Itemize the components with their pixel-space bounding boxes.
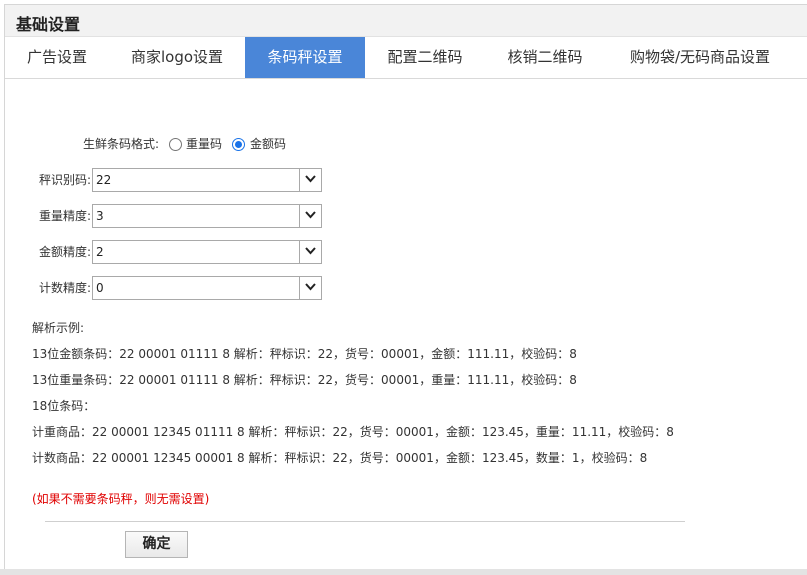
amount-code-radio[interactable] [232, 138, 245, 151]
tab-bag-settings[interactable]: 购物袋/无码商品设置 [605, 37, 795, 78]
count-precision-label: 计数精度: [38, 281, 91, 295]
tab-ad-settings[interactable]: 广告设置 [5, 37, 109, 78]
example-heading: 解析示例: [32, 321, 85, 335]
weight-code-label[interactable]: 重量码 [186, 136, 222, 152]
chevron-down-icon[interactable] [299, 241, 321, 263]
tab-redeem-qrcode[interactable]: 核销二维码 [485, 37, 605, 78]
amount-precision-value: 2 [96, 245, 104, 259]
amount-code-label[interactable]: 金额码 [250, 136, 286, 152]
scale-id-label: 秤识别码: [38, 173, 91, 187]
chevron-down-icon[interactable] [299, 205, 321, 227]
amount-precision-label: 金额精度: [38, 245, 91, 259]
weight-precision-select[interactable]: 3 [92, 204, 322, 228]
tab-barcode-scale-settings[interactable]: 条码秤设置 [245, 37, 365, 78]
weight-precision-label: 重量精度: [38, 209, 91, 223]
tab-configure-qrcode[interactable]: 配置二维码 [365, 37, 485, 78]
chevron-down-icon[interactable] [299, 169, 321, 191]
count-precision-value: 0 [96, 281, 104, 295]
fresh-format-label: 生鲜条码格式: [83, 137, 160, 151]
scale-id-select[interactable]: 22 [92, 168, 322, 192]
tab-bar: 广告设置 商家logo设置 条码秤设置 配置二维码 核销二维码 购物袋/无码商品… [5, 37, 807, 79]
example-line: 计重商品：22 00001 12345 01111 8 解析：秤标识：22，货号… [32, 425, 674, 439]
divider [45, 521, 685, 522]
example-line: 18位条码： [32, 399, 96, 413]
weight-precision-value: 3 [96, 209, 104, 223]
page-title: 基础设置 [16, 15, 81, 34]
horizontal-scrollbar[interactable] [0, 569, 807, 575]
example-line: 13位金额条码：22 00001 01111 8 解析：秤标识：22，货号：00… [32, 347, 577, 361]
example-line: 计数商品：22 00001 12345 00001 8 解析：秤标识：22，货号… [32, 451, 648, 465]
confirm-button[interactable]: 确定 [125, 531, 188, 558]
settings-panel: 基础设置 广告设置 商家logo设置 条码秤设置 配置二维码 核销二维码 购物袋… [4, 4, 807, 569]
amount-precision-select[interactable]: 2 [92, 240, 322, 264]
title-bar: 基础设置 [5, 5, 807, 37]
chevron-down-icon[interactable] [299, 277, 321, 299]
example-line: 13位重量条码：22 00001 01111 8 解析：秤标识：22，货号：00… [32, 373, 577, 387]
tab-logo-settings[interactable]: 商家logo设置 [109, 37, 245, 78]
count-precision-select[interactable]: 0 [92, 276, 322, 300]
scale-id-value: 22 [96, 173, 112, 187]
optional-note: (如果不需要条码秤，则无需设置) [32, 492, 210, 506]
weight-code-radio[interactable] [169, 138, 182, 151]
